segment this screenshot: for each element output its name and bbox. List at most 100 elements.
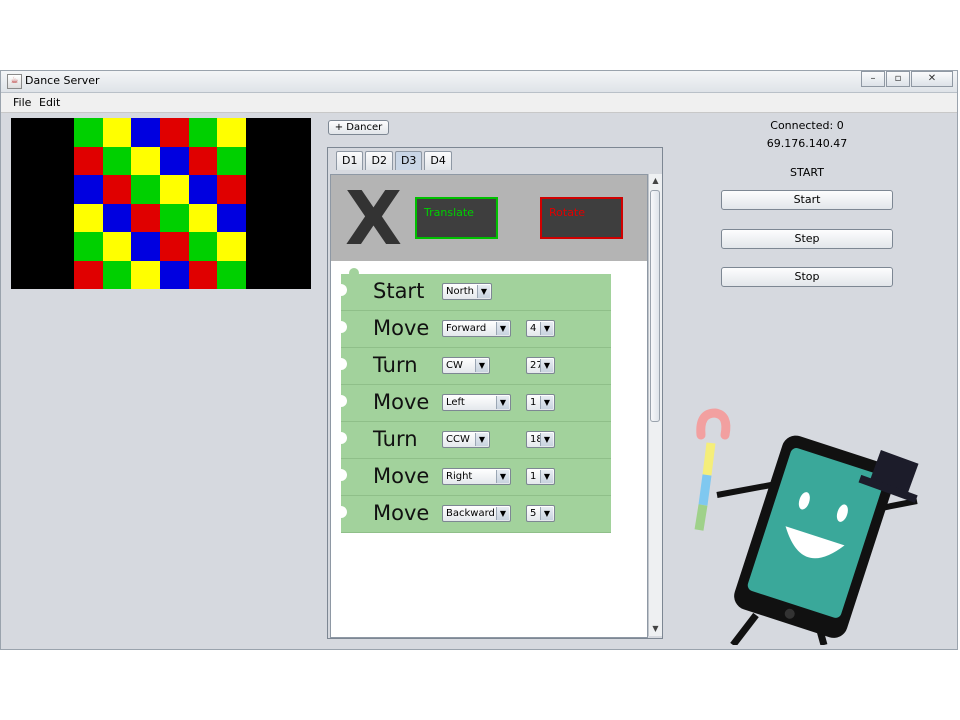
command-block[interactable]: TurnCCW▼180▼ [335,422,611,459]
block-command-name: Turn [373,427,418,451]
direction-select[interactable]: North ▼ [442,283,492,300]
board-cell [188,260,218,289]
chevron-down-icon[interactable]: ▼ [477,285,490,298]
command-block[interactable]: Start North ▼ [335,268,611,311]
block-command-name: Move [373,501,430,525]
translate-mode-box[interactable]: Translate [415,197,498,239]
chevron-down-icon[interactable]: ▼ [540,322,553,335]
command-block[interactable]: Turn CW▼ 270▼ [335,348,611,385]
direction-select[interactable]: CW ▼ [442,357,490,374]
menu-file[interactable]: File [13,96,31,109]
direction-select-value: North [446,286,474,297]
connected-label: Connected: [770,119,834,132]
x-delete-icon[interactable]: X [345,179,402,259]
board-cell [74,175,103,204]
chevron-down-icon[interactable]: ▼ [475,359,488,372]
tab-d1[interactable]: D1 [336,151,364,170]
chevron-down-icon[interactable]: ▼ [540,359,553,372]
chevron-down-icon[interactable]: ▼ [475,433,488,446]
close-button[interactable]: ✕ [911,71,953,87]
board-cell [74,260,103,289]
vertical-scrollbar[interactable]: ▲ ▼ [648,174,662,636]
board-cell [102,175,132,204]
scroll-down-icon[interactable]: ▼ [649,623,662,635]
start-button[interactable]: Start [721,190,893,210]
connection-status: Connected: 0 [751,119,863,132]
direction-select-value: CCW [446,434,470,445]
board-cell [131,146,160,175]
puzzle-notch [335,506,347,518]
board-cell [217,118,246,147]
board-cell [159,203,189,232]
minimize-button[interactable]: – [861,71,885,87]
title-bar[interactable]: ☕ Dance Server – ▫ ✕ [1,71,957,93]
board-cell [159,260,189,289]
amount-select-value: 1 [530,471,537,482]
scroll-up-icon[interactable]: ▲ [649,175,662,187]
tablet-body [734,435,896,638]
tablet-mascot-illustration [694,408,919,645]
board-cell [217,260,246,289]
command-block[interactable]: Move Right ▼ 1 ▼ [335,459,611,496]
board-cell [159,146,189,175]
connected-count: 0 [836,119,844,132]
window-title: Dance Server [25,74,100,87]
amount-select[interactable]: 1 ▼ [526,468,555,485]
board-cell [217,175,246,204]
amount-select-value: 4 [530,323,537,334]
chevron-down-icon[interactable]: ▼ [496,322,509,335]
amount-select-value: 1 [530,397,537,408]
command-block[interactable]: Move Left ▼ 1 ▼ [335,385,611,422]
board-cell [131,260,160,289]
board-cell [188,232,218,261]
amount-select[interactable]: 1 ▼ [526,394,555,411]
amount-select[interactable]: 270▼ [526,357,555,374]
scroll-thumb[interactable] [650,190,660,422]
board-cell [74,118,103,147]
tab-d4[interactable]: D4 [424,151,452,170]
board-cell [74,232,103,261]
chevron-down-icon[interactable]: ▼ [540,507,553,520]
rotate-mode-box[interactable]: Rotate [540,197,623,239]
server-state: START [790,166,824,179]
board-cell [131,175,160,204]
chevron-down-icon[interactable]: ▼ [540,470,553,483]
app-window: ☕ Dance Server – ▫ ✕ File Edit + Dancer … [0,70,958,650]
direction-select-value: Backward [446,508,495,519]
tab-d2[interactable]: D2 [365,151,393,170]
tab-d3[interactable]: D3 [394,151,423,170]
amount-select[interactable]: 5 ▼ [526,505,555,522]
chevron-down-icon[interactable]: ▼ [540,396,553,409]
amount-select[interactable]: 4 ▼ [526,320,555,337]
amount-select[interactable]: 180▼ [526,431,555,448]
stop-button[interactable]: Stop [721,267,893,287]
chevron-down-icon[interactable]: ▼ [496,470,509,483]
command-block[interactable]: Move Forward ▼ 4 ▼ [335,311,611,348]
puzzle-tab [349,268,359,278]
board-cell [188,175,218,204]
direction-select[interactable]: Left ▼ [442,394,511,411]
server-ip: 69.176.140.47 [766,137,848,150]
dancer-tab-pane: D1 D2 D3 D4 X Translate Rotate Start North ▼ M… [327,147,663,639]
direction-select[interactable]: Forward ▼ [442,320,511,337]
chevron-down-icon[interactable]: ▼ [540,433,553,446]
java-app-icon: ☕ [7,74,22,89]
add-dancer-button[interactable]: + Dancer [328,120,389,135]
board-cell [188,118,218,147]
board-cell [102,232,132,261]
direction-select[interactable]: Right ▼ [442,468,511,485]
board-cell [102,260,132,289]
chevron-down-icon[interactable]: ▼ [496,396,509,409]
direction-select[interactable]: Backward ▼ [442,505,511,522]
puzzle-notch [335,358,347,370]
menu-edit[interactable]: Edit [39,96,60,109]
command-block[interactable]: Move Backward ▼ 5 ▼ [335,496,611,533]
step-button[interactable]: Step [721,229,893,249]
chevron-down-icon[interactable]: ▼ [496,507,509,520]
direction-select[interactable]: CCW ▼ [442,431,490,448]
board-cell [217,146,246,175]
maximize-button[interactable]: ▫ [886,71,910,87]
direction-select-value: Left [446,397,465,408]
puzzle-notch [335,469,347,481]
block-command-name: Turn [373,353,418,377]
